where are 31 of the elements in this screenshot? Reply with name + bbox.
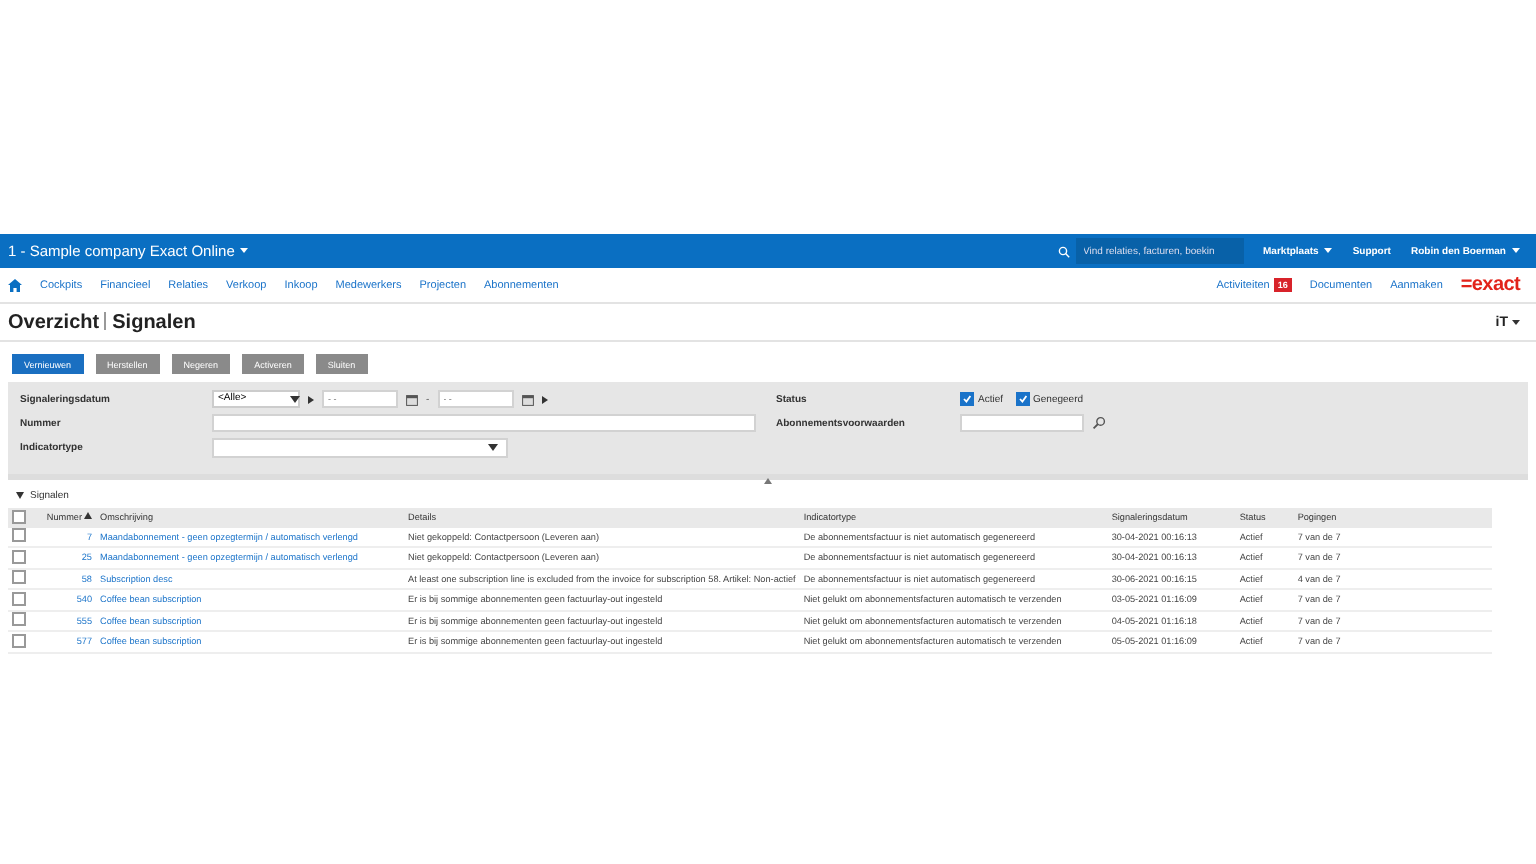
checkbox[interactable] xyxy=(12,528,26,543)
terms-field[interactable] xyxy=(960,414,1084,432)
page-title: Overzicht Signalen xyxy=(8,311,196,333)
caret-icon xyxy=(240,248,249,254)
home-icon xyxy=(8,278,22,292)
search-icon xyxy=(1057,245,1070,257)
dropdown-caret-icon xyxy=(488,444,498,452)
checkbox[interactable] xyxy=(1015,392,1030,406)
number-field[interactable] xyxy=(212,414,756,432)
calendar-icon xyxy=(521,393,534,405)
checkbox[interactable] xyxy=(12,633,26,648)
checkmark-icon xyxy=(1017,394,1028,404)
collapse-caret-icon xyxy=(16,492,24,500)
sort-icon xyxy=(84,512,92,521)
caret-icon xyxy=(1512,319,1520,325)
search-icon xyxy=(1092,416,1106,430)
caret-icon xyxy=(1512,248,1520,254)
next-icon xyxy=(308,395,314,403)
logo: =exact xyxy=(1460,274,1520,296)
checkbox[interactable] xyxy=(12,549,26,564)
dropdown-caret-icon xyxy=(290,395,300,403)
checkbox[interactable] xyxy=(960,392,974,406)
next-icon xyxy=(541,395,548,403)
checkbox[interactable] xyxy=(12,509,26,524)
calendar-icon xyxy=(406,393,418,405)
checkbox[interactable] xyxy=(12,612,26,627)
caret-icon xyxy=(1324,248,1333,254)
type-select[interactable] xyxy=(212,438,508,458)
checkmark-icon xyxy=(962,394,972,404)
checkbox[interactable] xyxy=(12,591,26,606)
checkbox[interactable] xyxy=(12,570,26,585)
